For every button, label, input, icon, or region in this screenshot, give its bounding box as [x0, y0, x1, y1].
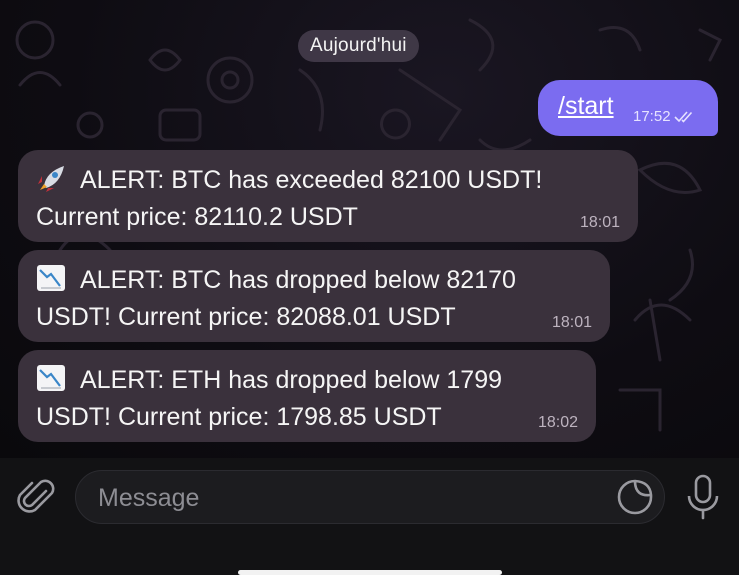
message-line: ALERT: ETH has dropped below 1799 [80, 366, 503, 394]
chat-area[interactable]: Aujourd'hui /start 17:52 ALERT: BTC has … [0, 0, 739, 458]
command-link[interactable]: /start [558, 92, 614, 121]
message-time: 18:02 [537, 414, 578, 431]
rocket-emoji [38, 166, 64, 192]
incoming-message[interactable]: ALERT: ETH has dropped below 1799 USDT! … [18, 350, 596, 442]
message-line: USDT! Current price: 1798.85 USDT [36, 403, 442, 431]
chart-decreasing-emoji [37, 265, 65, 291]
microphone-icon[interactable] [684, 474, 722, 520]
outgoing-message[interactable]: /start 17:52 [538, 80, 718, 136]
message-meta: 17:52 [633, 108, 696, 125]
date-separator: Aujourd'hui [298, 30, 419, 62]
incoming-message[interactable]: ALERT: BTC has exceeded 82100 USDT! Curr… [18, 150, 638, 242]
paperclip-icon[interactable] [16, 477, 58, 519]
sticker-icon[interactable] [616, 478, 654, 516]
message-input[interactable] [96, 479, 600, 517]
message-line: USDT! Current price: 82088.01 USDT [36, 303, 456, 331]
incoming-message[interactable]: ALERT: BTC has dropped below 82170 USDT!… [18, 250, 610, 342]
message-text: ALERT: ETH has dropped below 1799 USDT! … [36, 362, 502, 436]
message-time: 17:52 [633, 108, 671, 125]
message-time: 18:01 [551, 314, 592, 331]
message-input-container[interactable] [75, 470, 665, 524]
message-text: ALERT: BTC has exceeded 82100 USDT! Curr… [36, 162, 542, 236]
message-time: 18:01 [579, 214, 620, 231]
double-check-icon [673, 110, 692, 123]
message-text: ALERT: BTC has dropped below 82170 USDT!… [36, 262, 516, 336]
message-line: ALERT: BTC has dropped below 82170 [80, 266, 516, 294]
message-line: ALERT: BTC has exceeded 82100 USDT! [80, 166, 543, 194]
chart-decreasing-emoji [37, 365, 65, 391]
message-line: Current price: 82110.2 USDT [36, 203, 358, 231]
home-indicator [238, 570, 502, 575]
